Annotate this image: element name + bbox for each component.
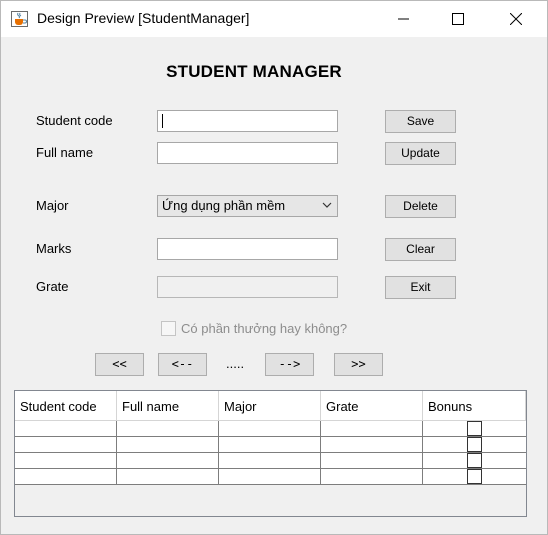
table-header: Student code Full name Major Grate Bonun… (15, 391, 526, 421)
title-bar: Design Preview [StudentManager] (1, 1, 547, 37)
table-cell[interactable] (15, 421, 117, 436)
delete-button[interactable]: Delete (385, 195, 456, 218)
column-header-grate[interactable]: Grate (321, 391, 423, 420)
table-cell[interactable] (219, 437, 321, 452)
bonus-checkbox-row: Có phần thưởng hay không? (161, 321, 347, 336)
full-name-input[interactable] (157, 142, 338, 164)
clear-button[interactable]: Clear (385, 238, 456, 261)
table-cell[interactable] (219, 421, 321, 436)
minimize-button[interactable] (381, 1, 427, 37)
students-table[interactable]: Student code Full name Major Grate Bonun… (14, 390, 527, 517)
close-icon (510, 13, 522, 25)
table-cell[interactable] (117, 437, 219, 452)
minimize-icon (398, 18, 409, 20)
bonus-checkbox[interactable] (161, 321, 176, 336)
bonus-cell-checkbox[interactable] (467, 469, 482, 484)
update-button[interactable]: Update (385, 142, 456, 165)
page-title: STUDENT MANAGER (166, 62, 342, 81)
app-window: Design Preview [StudentManager] STUDENT … (0, 0, 548, 535)
table-cell[interactable] (321, 453, 423, 468)
table-cell[interactable] (15, 453, 117, 468)
table-row[interactable] (15, 453, 526, 469)
window-title: Design Preview [StudentManager] (37, 10, 250, 26)
major-label: Major (36, 198, 69, 213)
table-cell[interactable] (321, 437, 423, 452)
maximize-button[interactable] (435, 1, 481, 37)
student-code-label: Student code (36, 113, 113, 128)
save-button[interactable]: Save (385, 110, 456, 133)
column-header-major[interactable]: Major (219, 391, 321, 420)
bonus-cell-checkbox[interactable] (467, 437, 482, 452)
table-row[interactable] (15, 437, 526, 453)
table-cell[interactable] (117, 469, 219, 484)
column-header-full-name[interactable]: Full name (117, 391, 219, 420)
student-code-input[interactable] (157, 110, 338, 132)
column-header-student-code[interactable]: Student code (15, 391, 117, 420)
major-select[interactable]: Ứng dụng phần mềm (157, 195, 338, 217)
next-record-button[interactable]: --> (265, 353, 314, 376)
major-selected-value: Ứng dụng phần mềm (162, 198, 286, 213)
full-name-label: Full name (36, 145, 94, 160)
grate-label: Grate (36, 279, 69, 294)
table-cell[interactable] (219, 453, 321, 468)
java-cup-icon (11, 11, 28, 27)
table-cell[interactable] (117, 453, 219, 468)
maximize-icon (452, 13, 464, 25)
table-cell[interactable] (117, 421, 219, 436)
text-caret (162, 114, 163, 128)
marks-label: Marks (36, 241, 72, 256)
bonus-checkbox-label: Có phần thưởng hay không? (181, 321, 348, 336)
table-row[interactable] (15, 469, 526, 485)
previous-record-button[interactable]: <-- (158, 353, 207, 376)
last-record-button[interactable]: >> (334, 353, 383, 376)
grate-field (157, 276, 338, 298)
bonus-cell-checkbox[interactable] (467, 453, 482, 468)
table-cell[interactable] (321, 421, 423, 436)
table-cell[interactable] (15, 437, 117, 452)
chevron-down-icon (322, 202, 332, 208)
table-cell[interactable] (15, 469, 117, 484)
column-header-bonuns[interactable]: Bonuns (423, 391, 526, 420)
close-button[interactable] (493, 1, 539, 37)
exit-button[interactable]: Exit (385, 276, 456, 299)
table-row[interactable] (15, 421, 526, 437)
marks-input[interactable] (157, 238, 338, 260)
table-cell[interactable] (219, 469, 321, 484)
table-cell[interactable] (321, 469, 423, 484)
record-position-indicator: ..... (226, 356, 245, 371)
bonus-cell-checkbox[interactable] (467, 421, 482, 436)
first-record-button[interactable]: << (95, 353, 144, 376)
